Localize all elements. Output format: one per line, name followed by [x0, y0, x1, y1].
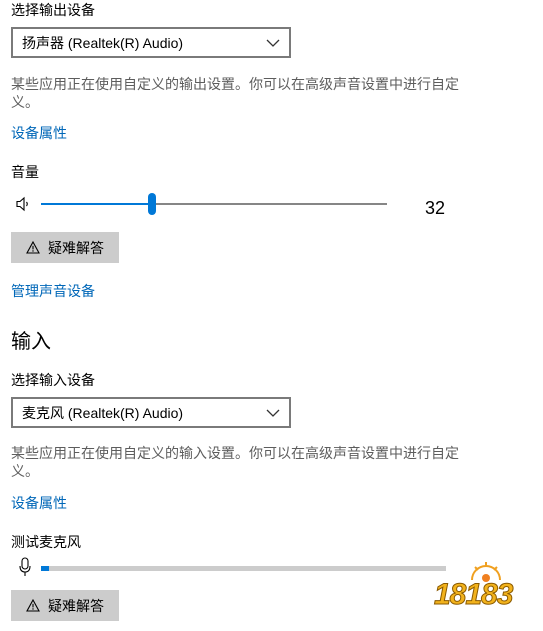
speaker-icon[interactable] [15, 195, 33, 213]
input-device-select[interactable]: 麦克风 (Realtek(R) Audio) [11, 397, 291, 428]
output-device-select[interactable]: 扬声器 (Realtek(R) Audio) [11, 27, 291, 58]
input-device-value: 麦克风 (Realtek(R) Audio) [22, 404, 184, 421]
watermark-text: 18183 [433, 578, 513, 612]
warning-icon [26, 599, 40, 612]
output-custom-note: 某些应用正在使用自定义的输出设置。你可以在高级声音设置中进行自定义。 [11, 76, 459, 110]
microphone-icon [19, 557, 31, 576]
output-troubleshoot-label: 疑难解答 [48, 239, 104, 256]
microphone-level-meter [41, 566, 446, 571]
input-device-properties-link[interactable]: 设备属性 [11, 493, 67, 513]
volume-label: 音量 [11, 164, 39, 180]
microphone-level-track [41, 566, 446, 571]
test-microphone-label: 测试麦克风 [11, 534, 81, 550]
output-troubleshoot-button[interactable]: 疑难解答 [11, 232, 119, 263]
volume-slider-thumb[interactable] [148, 193, 156, 215]
input-device-label: 选择输入设备 [11, 372, 95, 388]
input-heading: 输入 [11, 331, 51, 353]
input-troubleshoot-label: 疑难解答 [48, 597, 104, 614]
output-device-properties-link[interactable]: 设备属性 [11, 123, 67, 143]
volume-slider[interactable] [41, 193, 387, 215]
warning-icon [26, 241, 40, 254]
output-device-value: 扬声器 (Realtek(R) Audio) [22, 34, 184, 51]
input-troubleshoot-button[interactable]: 疑难解答 [11, 590, 119, 621]
watermark-logo: 18183 [433, 560, 534, 620]
microphone-level-fill [41, 566, 49, 571]
manage-sound-devices-link[interactable]: 管理声音设备 [11, 281, 95, 301]
chevron-down-icon [266, 409, 280, 417]
input-custom-note: 某些应用正在使用自定义的输入设置。你可以在高级声音设置中进行自定义。 [11, 445, 459, 479]
output-device-label: 选择输出设备 [11, 2, 95, 18]
volume-value: 32 [425, 198, 446, 218]
volume-slider-fill [41, 203, 152, 205]
chevron-down-icon [266, 39, 280, 47]
